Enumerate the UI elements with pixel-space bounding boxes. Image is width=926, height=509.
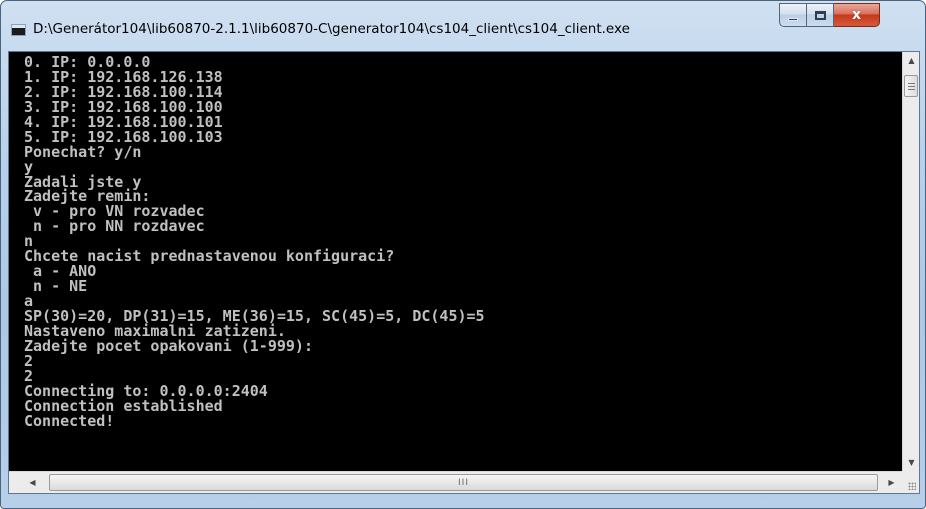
console-output[interactable]: 0. IP: 0.0.0.0 1. IP: 192.168.126.138 2. I…: [9, 52, 902, 471]
console-line: Connected!: [24, 411, 115, 430]
caption-buttons: x: [779, 3, 880, 27]
grip-line: [907, 88, 915, 90]
close-button[interactable]: x: [834, 3, 880, 27]
maximize-icon: [814, 10, 826, 20]
console-line: Ponechat? y/n: [24, 142, 142, 161]
title-bar[interactable]: D:\Generátor104\lib60870-2.1.1\lib60870-…: [1, 1, 925, 49]
console-frame: 0. IP: 0.0.0.0 1. IP: 192.168.126.138 2. I…: [8, 51, 920, 494]
maximize-button[interactable]: [807, 3, 834, 27]
vertical-scrollbar[interactable]: ▲ ▼: [902, 52, 919, 471]
console-line: a - ANO: [24, 262, 97, 281]
console-line: y: [24, 157, 34, 176]
console-line: n - pro NN rozdavec: [24, 217, 205, 236]
window-title: D:\Generátor104\lib60870-2.1.1\lib60870-…: [33, 21, 630, 37]
grip-line: [907, 82, 915, 84]
horizontal-grip: III: [458, 477, 469, 488]
grip-line: [907, 85, 915, 87]
console-line: 5. IP: 192.168.100.103: [24, 127, 223, 146]
minimize-button[interactable]: [779, 3, 807, 27]
minimize-icon: [788, 17, 798, 21]
console-line: Connection established: [24, 396, 223, 415]
close-icon: x: [851, 7, 862, 23]
console-line: Zadali jste y: [24, 172, 142, 191]
horizontal-scroll-thumb[interactable]: III: [49, 474, 878, 491]
horizontal-scrollbar[interactable]: ◀ III ▶: [9, 471, 902, 493]
vertical-scroll-thumb[interactable]: [904, 75, 918, 97]
size-grip[interactable]: [902, 471, 919, 493]
scroll-right-arrow-icon[interactable]: ▶: [883, 474, 900, 491]
console-window: D:\Generátor104\lib60870-2.1.1\lib60870-…: [0, 0, 926, 509]
scroll-up-arrow-icon[interactable]: ▲: [903, 52, 920, 69]
console-line: n - NE: [24, 277, 88, 296]
scroll-down-arrow-icon[interactable]: ▼: [903, 454, 920, 471]
scroll-left-arrow-icon[interactable]: ◀: [24, 474, 41, 491]
console-line: 2: [24, 351, 34, 370]
console-line: Zadejte pocet opakovani (1-999):: [24, 336, 313, 355]
console-app-icon[interactable]: [11, 24, 26, 36]
console-line: Chcete nacist prednastavenou konfiguraci…: [24, 247, 395, 266]
